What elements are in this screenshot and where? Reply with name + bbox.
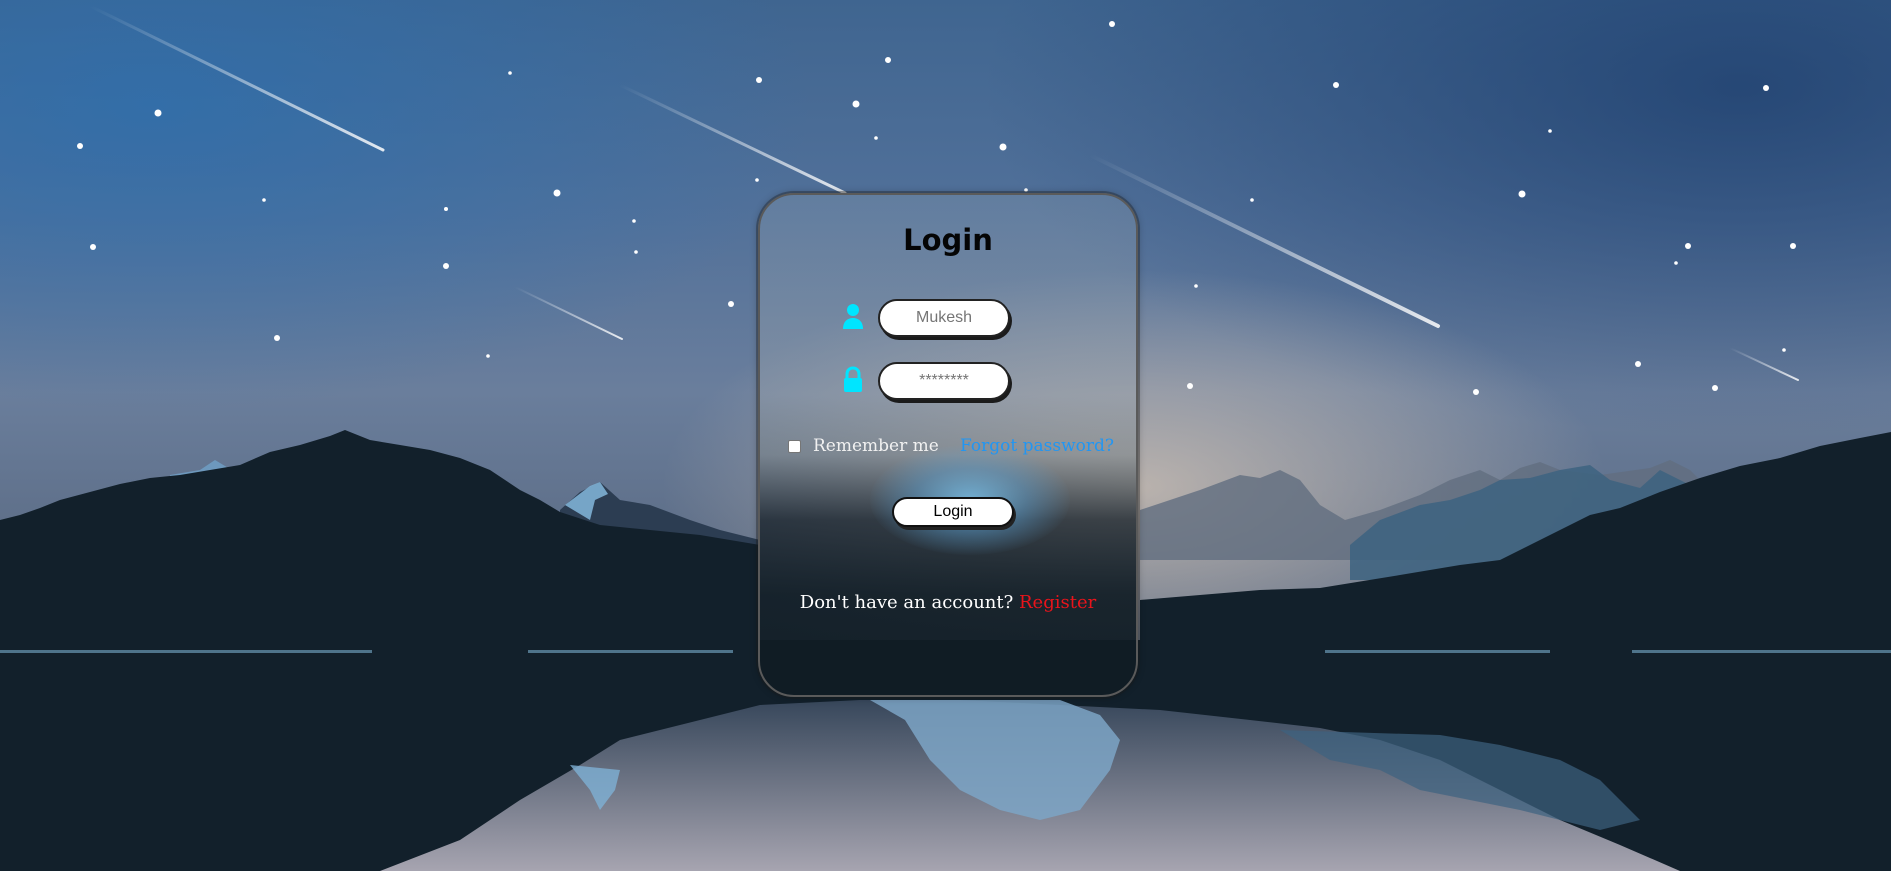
login-button[interactable]: Login [892,497,1014,527]
password-input[interactable] [878,362,1010,400]
username-row [840,299,1080,339]
register-prompt-text: Don't have an account? [799,592,1014,613]
forgot-password-link[interactable]: Forgot password? [960,436,1114,456]
password-row [840,362,1080,402]
remember-me-row: Remember me [788,435,939,457]
register-link[interactable]: Register [1019,592,1096,613]
register-prompt-line: Don't have an account? Register [760,592,1136,613]
remember-me-label: Remember me [813,436,939,456]
login-card: Login Remember me Forgot password? Login… [758,193,1138,697]
username-input[interactable] [878,299,1010,337]
user-icon [840,303,866,331]
remember-me-checkbox[interactable] [788,439,801,453]
lock-icon [840,366,866,394]
login-title: Login [903,223,993,257]
